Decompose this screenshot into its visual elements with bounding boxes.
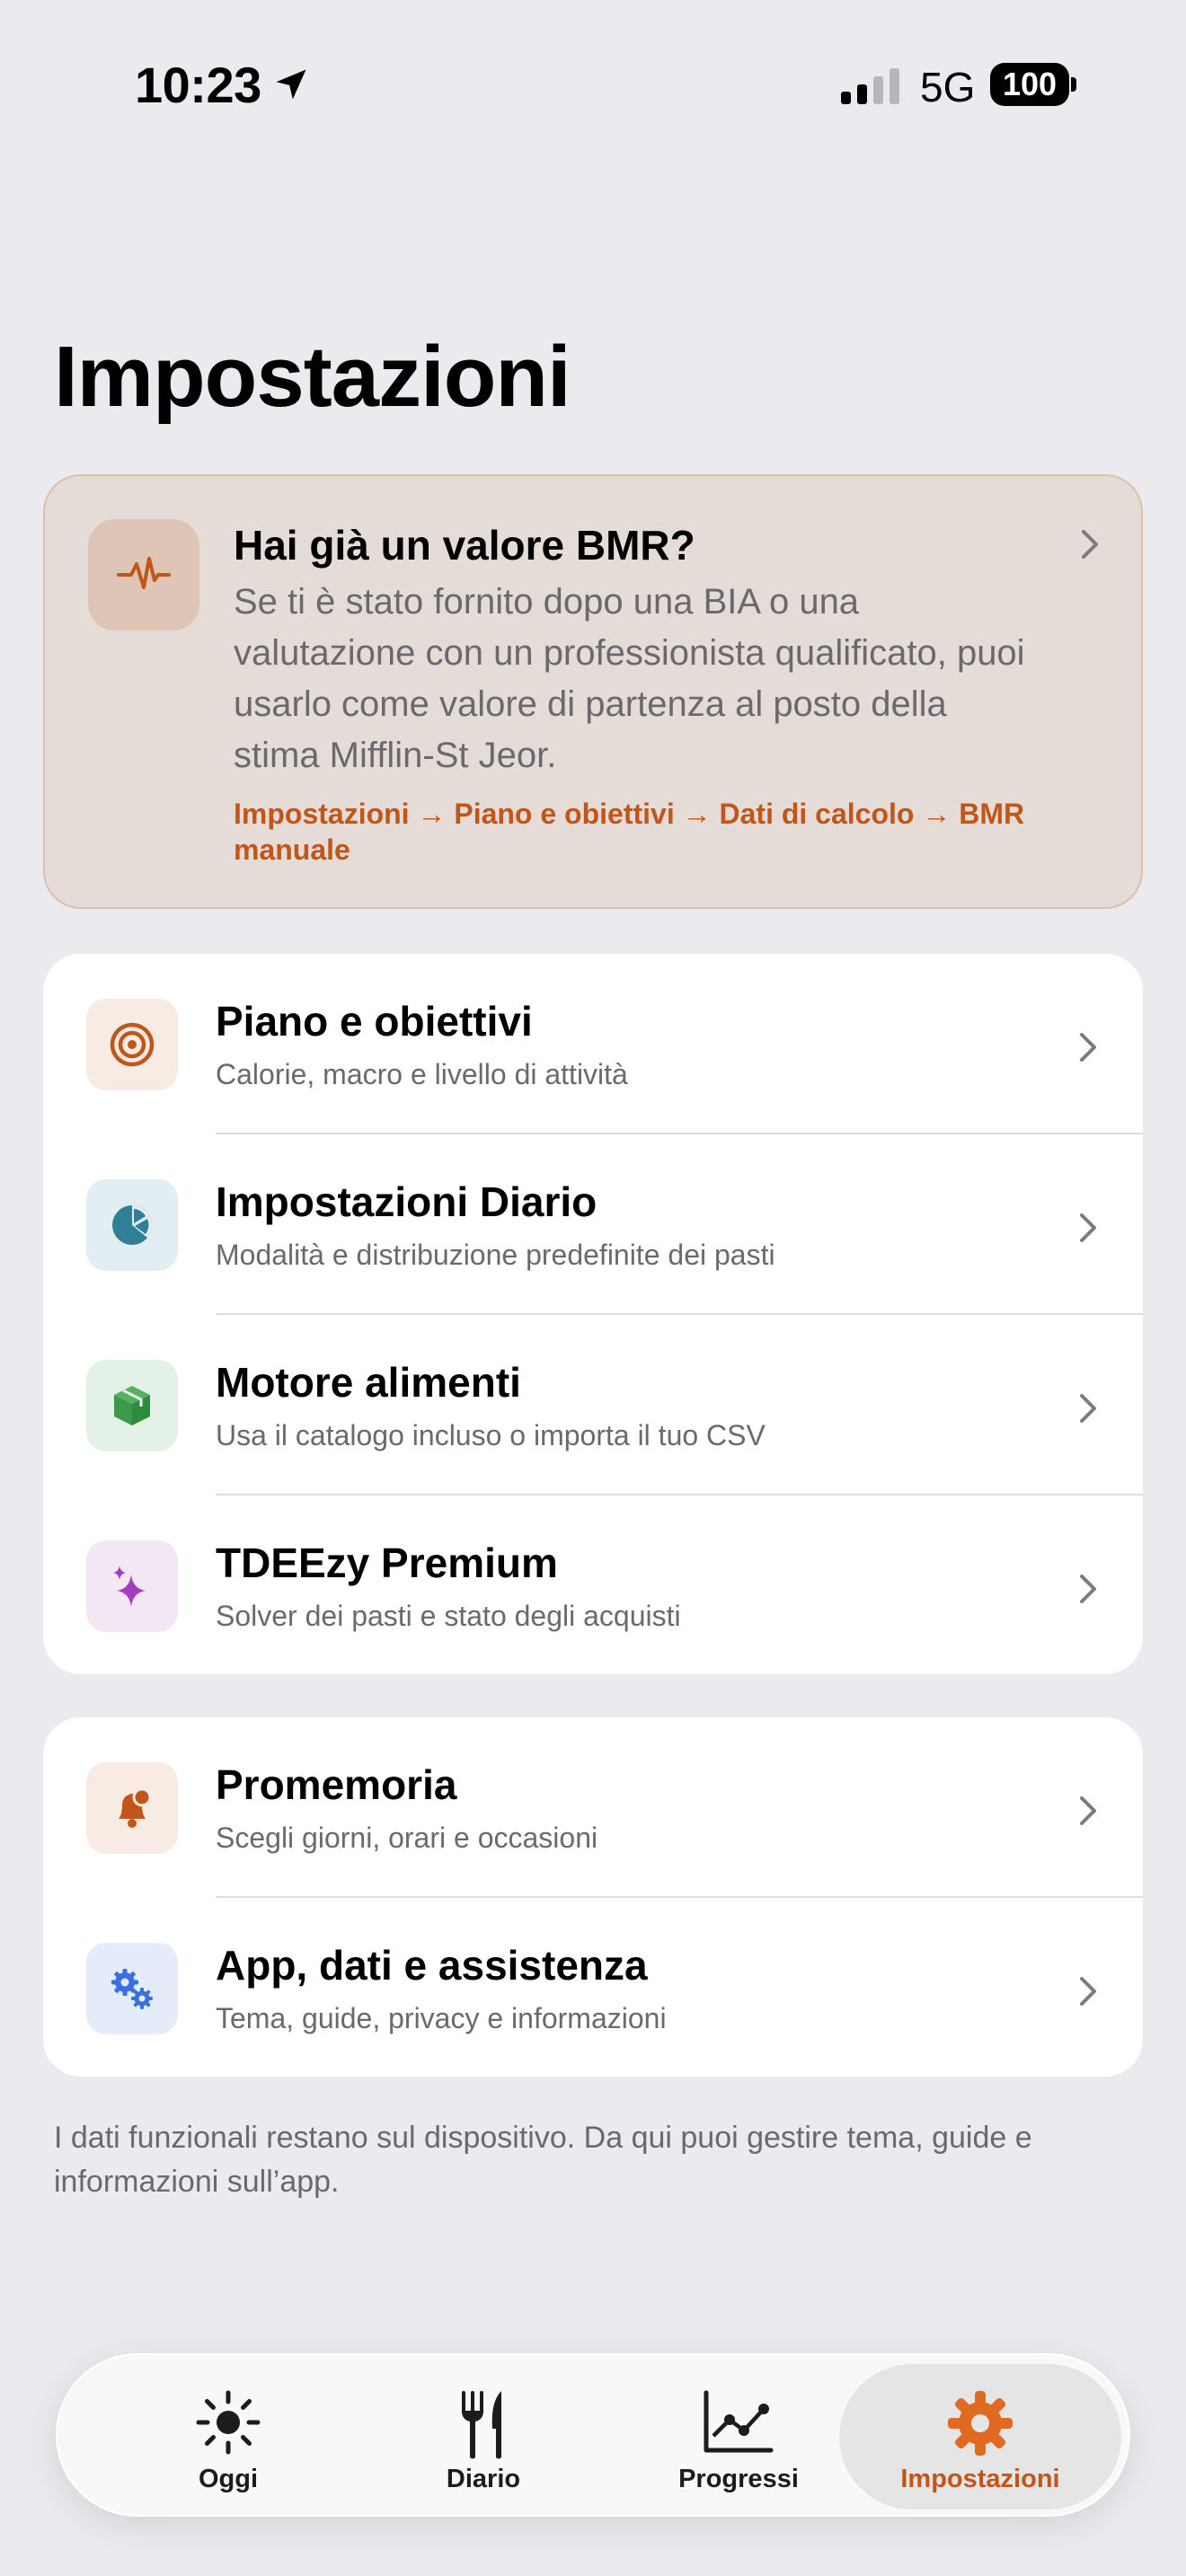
row-subtitle: Tema, guide, privacy e informazioni xyxy=(216,2002,667,2034)
chevron-right-icon xyxy=(1080,1796,1096,1825)
target-icon xyxy=(86,999,178,1090)
tab-label: Progressi xyxy=(678,2465,799,2493)
pie-chart-icon xyxy=(86,1179,178,1271)
tab-label: Diario xyxy=(446,2465,521,2493)
tab-progressi[interactable]: Progressi xyxy=(611,2364,866,2510)
fork-knife-icon xyxy=(462,2391,501,2459)
tab-label: Oggi xyxy=(198,2465,259,2493)
chevron-right-icon xyxy=(1080,1213,1096,1242)
row-promemoria[interactable]: Promemoria Scegli giorni, orari e occasi… xyxy=(43,1717,1143,1898)
row-title: TDEEzy Premium xyxy=(216,1539,558,1586)
chevron-right-icon xyxy=(1080,1033,1096,1062)
status-time: 10:23 xyxy=(135,57,261,113)
gears-icon xyxy=(86,1943,178,2034)
row-title: App, dati e assistenza xyxy=(216,1942,648,1989)
row-subtitle: Modalità e distribuzione predefinite dei… xyxy=(216,1239,775,1271)
chevron-right-icon xyxy=(1082,530,1098,559)
bmr-card-title: Hai già un valore BMR? xyxy=(234,522,695,569)
row-subtitle: Usa il catalogo incluso o importa il tuo… xyxy=(216,1419,766,1451)
row-subtitle: Solver dei pasti e stato degli acquisti xyxy=(216,1600,681,1632)
network-type: 5G xyxy=(920,64,976,110)
location-arrow-icon xyxy=(276,69,306,100)
tab-diario[interactable]: Diario xyxy=(356,2364,611,2510)
waveform-icon xyxy=(88,519,199,631)
sun-icon xyxy=(196,2390,261,2455)
bmr-info-card[interactable]: Hai già un valore BMR? Se ti è stato for… xyxy=(43,474,1143,909)
settings-group-secondary: Promemoria Scegli giorni, orari e occasi… xyxy=(43,1717,1143,2077)
row-subtitle: Scegli giorni, orari e occasioni xyxy=(216,1822,598,1854)
tab-label: Impostazioni xyxy=(900,2465,1060,2493)
footnote: I dati funzionali restano sul dispositiv… xyxy=(54,2121,1032,2199)
battery-level: 100 xyxy=(990,63,1069,106)
sparkles-icon xyxy=(86,1540,178,1632)
line-chart-icon xyxy=(704,2390,774,2453)
row-app-dati-assistenza[interactable]: App, dati e assistenza Tema, guide, priv… xyxy=(43,1898,1143,2077)
status-bar: 10:23 5G 100 xyxy=(0,0,1186,180)
settings-group-main: Piano e obiettivi Calorie, macro e livel… xyxy=(43,954,1143,1674)
page-title: Impostazioni xyxy=(54,329,571,425)
row-subtitle: Calorie, macro e livello di attività xyxy=(216,1058,628,1090)
tab-impostazioni[interactable]: Impostazioni xyxy=(839,2364,1121,2510)
chevron-right-icon xyxy=(1080,1394,1096,1423)
bmr-card-path: Impostazioni → Piano e obiettivi → Dati … xyxy=(234,798,1025,866)
gear-icon xyxy=(948,2391,1013,2456)
box-icon xyxy=(86,1360,178,1451)
bmr-card-body: Se ti è stato fornito dopo una BIA o una… xyxy=(234,582,1025,775)
battery-icon: 100 xyxy=(990,63,1076,106)
chevron-right-icon xyxy=(1080,1575,1096,1603)
row-title: Motore alimenti xyxy=(216,1359,521,1406)
row-title: Piano e obiettivi xyxy=(216,998,533,1045)
row-title: Promemoria xyxy=(216,1761,457,1808)
bell-icon xyxy=(86,1762,178,1854)
row-impostazioni-diario[interactable]: Impostazioni Diario Modalità e distribuz… xyxy=(43,1134,1143,1315)
chevron-right-icon xyxy=(1080,1977,1096,2006)
row-tdeezy-premium[interactable]: TDEEzy Premium Solver dei pasti e stato … xyxy=(43,1495,1143,1674)
row-piano-obiettivi[interactable]: Piano e obiettivi Calorie, macro e livel… xyxy=(43,954,1143,1134)
cellular-signal-icon xyxy=(841,68,899,104)
row-title: Impostazioni Diario xyxy=(216,1178,597,1225)
row-motore-alimenti[interactable]: Motore alimenti Usa il catalogo incluso … xyxy=(43,1315,1143,1495)
tab-oggi[interactable]: Oggi xyxy=(101,2364,356,2510)
tab-bar: Oggi Diario Progressi Impostazioni xyxy=(56,2353,1130,2517)
